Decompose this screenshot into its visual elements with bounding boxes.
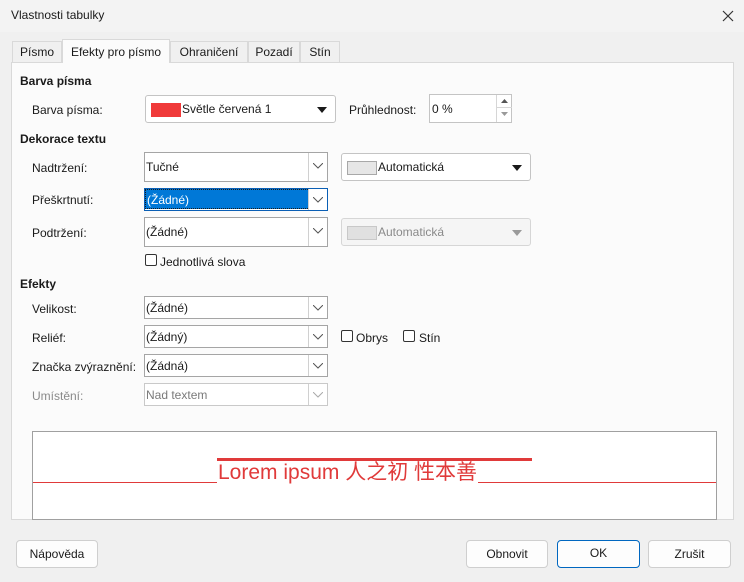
font-color-value: Světle červená 1 [182, 102, 272, 116]
transparency-value: 0 % [432, 102, 453, 116]
window-title: Vlastnosti tabulky [11, 8, 105, 22]
case-dropdown-button[interactable] [308, 297, 327, 318]
position-dropdown-button [308, 384, 327, 405]
chevron-down-icon [313, 197, 323, 203]
spinner-buttons [496, 95, 512, 122]
chevron-down-icon [313, 305, 323, 311]
relief-label: Reliéf: [32, 331, 67, 345]
help-button[interactable]: Nápověda [16, 540, 98, 568]
color-swatch [151, 103, 181, 117]
overline-value: Tučné [146, 160, 179, 174]
emphasis-mark-dropdown-button[interactable] [308, 355, 327, 376]
chevron-down-icon [512, 165, 522, 171]
overline-color-dropdown[interactable]: Automatická [341, 153, 531, 181]
overline-listbox[interactable]: Tučné [144, 152, 328, 182]
overline-color-value: Automatická [378, 160, 445, 174]
strikethrough-dropdown-button[interactable] [308, 189, 327, 210]
spin-up-button[interactable] [497, 95, 512, 108]
font-color-dropdown[interactable]: Světle červená 1 [145, 95, 336, 123]
underline-value: (Žádné) [146, 225, 189, 239]
outline-checkbox[interactable] [341, 330, 353, 342]
tab-background[interactable]: Pozadí [248, 41, 300, 63]
underline-listbox[interactable]: (Žádné) [144, 217, 328, 247]
title-bar: Vlastnosti tabulky [0, 0, 744, 32]
underline-color-dropdown: Automatická [341, 218, 531, 246]
color-swatch [347, 226, 377, 240]
close-icon[interactable] [719, 7, 737, 25]
chevron-down-icon [313, 392, 323, 398]
font-color-label: Barva písma: [32, 103, 103, 117]
chevron-down-icon [313, 363, 323, 369]
relief-value: (Žádný) [146, 330, 188, 344]
chevron-down-icon [313, 228, 323, 234]
emphasis-mark-listbox[interactable]: (Žádná) [144, 354, 328, 377]
individual-words-label: Jednotlivá slova [160, 255, 246, 269]
emphasis-mark-value: (Žádná) [146, 359, 189, 373]
strikethrough-label: Přeškrtnutí: [32, 193, 94, 207]
case-value: (Žádné) [146, 301, 189, 315]
overline-dropdown-button[interactable] [308, 153, 327, 181]
chevron-down-icon [501, 112, 508, 116]
transparency-label: Průhlednost: [349, 103, 417, 117]
strikethrough-value: (Žádné) [147, 193, 190, 207]
individual-words-checkbox[interactable] [145, 254, 157, 266]
underline-color-value: Automatická [378, 225, 445, 239]
strikethrough-listbox[interactable]: (Žádné) [144, 188, 328, 211]
tab-font-effects[interactable]: Efekty pro písmo [62, 39, 170, 63]
chevron-down-icon [317, 107, 327, 113]
position-value: Nad textem [146, 388, 208, 402]
spin-down-button[interactable] [497, 108, 512, 121]
relief-listbox[interactable]: (Žádný) [144, 325, 328, 348]
font-effects-panel: Barva písma Barva písma: Světle červená … [11, 62, 734, 520]
tab-shadow[interactable]: Stín [300, 41, 340, 63]
tab-borders[interactable]: Ohraničení [170, 41, 248, 63]
chevron-up-icon [501, 99, 508, 103]
shadow-label: Stín [419, 331, 441, 345]
chevron-down-icon [512, 230, 522, 236]
relief-dropdown-button[interactable] [308, 326, 327, 347]
shadow-checkbox[interactable] [403, 330, 415, 342]
ok-button[interactable]: OK [557, 540, 640, 568]
decoration-heading: Dekorace textu [20, 132, 107, 146]
case-listbox[interactable]: (Žádné) [144, 296, 328, 319]
preview-text: Lorem ipsum 人之初 性本善 [217, 461, 479, 487]
reset-button[interactable]: Obnovit [466, 540, 548, 568]
position-label: Umístění: [32, 389, 84, 403]
tab-font[interactable]: Písmo [12, 41, 62, 63]
outline-label: Obrys [356, 331, 389, 345]
transparency-spinner[interactable]: 0 % [429, 94, 512, 123]
effects-heading: Efekty [20, 277, 57, 291]
emphasis-mark-label: Značka zvýraznění: [32, 360, 137, 374]
cancel-button[interactable]: Zrušit [648, 540, 731, 568]
position-listbox: Nad textem [144, 383, 328, 406]
chevron-down-icon [313, 163, 323, 169]
preview-box: Lorem ipsum 人之初 性本善 [32, 431, 717, 520]
overline-label: Nadtržení: [32, 161, 88, 175]
color-swatch [347, 161, 377, 175]
underline-label: Podtržení: [32, 226, 87, 240]
underline-dropdown-button[interactable] [308, 218, 327, 246]
chevron-down-icon [313, 334, 323, 340]
font-color-heading: Barva písma [20, 74, 92, 88]
case-label: Velikost: [32, 302, 77, 316]
